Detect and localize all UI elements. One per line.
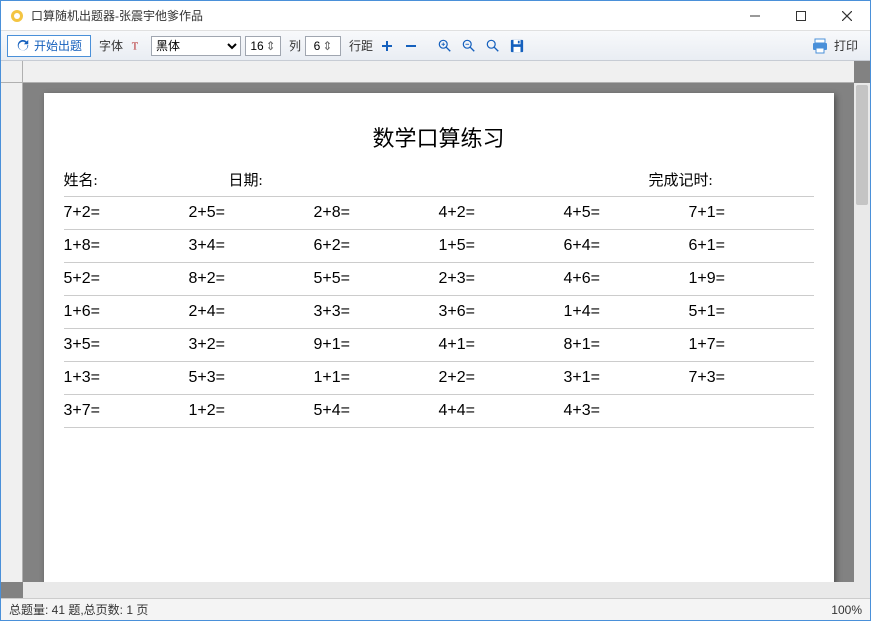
- problem-cell: 3+2=: [189, 336, 314, 354]
- columns-label: 列: [289, 37, 301, 54]
- spacing-label: 行距: [349, 37, 373, 54]
- status-left: 总题量: 41 题,总页数: 1 页: [9, 601, 148, 618]
- problem-cell: 2+8=: [314, 204, 439, 222]
- maximize-button[interactable]: [778, 1, 824, 30]
- problem-cell: 1+4=: [564, 303, 689, 321]
- problem-cell: 4+3=: [564, 402, 689, 420]
- problems-grid: 7+2=2+5=2+8=4+2=4+5=7+1=1+8=3+4=6+2=1+5=…: [64, 197, 814, 428]
- print-label: 打印: [834, 37, 858, 54]
- generate-label: 开始出题: [34, 37, 82, 54]
- font-label: 字体: [99, 37, 123, 54]
- refresh-icon: [16, 39, 30, 53]
- problem-cell: 4+4=: [439, 402, 564, 420]
- problem-cell: 1+6=: [64, 303, 189, 321]
- zoom-fit-icon[interactable]: [483, 36, 503, 56]
- columns-input[interactable]: 6⇕: [305, 36, 341, 56]
- problem-row: 3+5=3+2=9+1=4+1=8+1=1+7=: [64, 329, 814, 362]
- problem-cell: 5+3=: [189, 369, 314, 387]
- problem-cell: 2+4=: [189, 303, 314, 321]
- problem-cell: 7+3=: [689, 369, 814, 387]
- problem-cell: 1+2=: [189, 402, 314, 420]
- problem-cell: 5+5=: [314, 270, 439, 288]
- problem-row: 1+3=5+3=1+1=2+2=3+1=7+3=: [64, 362, 814, 395]
- name-label: 姓名:: [64, 169, 229, 190]
- problem-cell: 3+1=: [564, 369, 689, 387]
- zoom-out-icon[interactable]: [459, 36, 479, 56]
- problem-cell: 3+7=: [64, 402, 189, 420]
- svg-text:T: T: [132, 41, 139, 52]
- problem-cell: [689, 402, 814, 420]
- problem-cell: 7+2=: [64, 204, 189, 222]
- close-button[interactable]: [824, 1, 870, 30]
- scrollbar-thumb[interactable]: [856, 85, 868, 205]
- problem-row: 3+7=1+2=5+4=4+4=4+3=: [64, 395, 814, 428]
- problem-cell: 1+3=: [64, 369, 189, 387]
- save-icon[interactable]: [507, 36, 527, 56]
- print-button[interactable]: 打印: [806, 35, 864, 57]
- problem-cell: 2+3=: [439, 270, 564, 288]
- ruler-corner: [1, 61, 23, 83]
- zoom-in-icon[interactable]: [435, 36, 455, 56]
- toolbar: 开始出题 字体 T 黑体 16⇕ 列 6⇕ 行距 打印: [1, 31, 870, 61]
- problem-cell: 3+4=: [189, 237, 314, 255]
- app-window: 口算随机出题器-张震宇他爹作品 开始出题 字体 T 黑体 16⇕ 列 6⇕ 行距…: [0, 0, 871, 621]
- font-size-input[interactable]: 16⇕: [245, 36, 281, 56]
- scrollbar-corner: [854, 582, 870, 598]
- scrollbar-horizontal[interactable]: [23, 582, 854, 598]
- printer-icon: [812, 38, 828, 54]
- problem-cell: 8+1=: [564, 336, 689, 354]
- problem-cell: 1+5=: [439, 237, 564, 255]
- ruler-horizontal: [23, 61, 854, 83]
- work-area: 数学口算练习 姓名: 日期: 完成记时: 7+2=2+5=2+8=4+2=4+5…: [1, 61, 870, 598]
- problem-cell: 6+4=: [564, 237, 689, 255]
- problem-cell: 6+2=: [314, 237, 439, 255]
- problem-cell: 9+1=: [314, 336, 439, 354]
- problem-cell: 6+1=: [689, 237, 814, 255]
- problem-row: 7+2=2+5=2+8=4+2=4+5=7+1=: [64, 197, 814, 230]
- problem-cell: 2+5=: [189, 204, 314, 222]
- font-icon[interactable]: T: [127, 36, 147, 56]
- spacing-increase-icon[interactable]: [377, 36, 397, 56]
- problem-row: 5+2=8+2=5+5=2+3=4+6=1+9=: [64, 263, 814, 296]
- problem-cell: 4+5=: [564, 204, 689, 222]
- time-label: 完成记时:: [649, 169, 814, 190]
- problem-cell: 4+6=: [564, 270, 689, 288]
- ruler-vertical: [1, 83, 23, 582]
- problem-cell: 5+1=: [689, 303, 814, 321]
- minimize-button[interactable]: [732, 1, 778, 30]
- font-select[interactable]: 黑体: [151, 36, 241, 56]
- problem-cell: 7+1=: [689, 204, 814, 222]
- window-title: 口算随机出题器-张震宇他爹作品: [31, 7, 732, 24]
- date-label: 日期:: [229, 169, 649, 190]
- problem-row: 1+6=2+4=3+3=3+6=1+4=5+1=: [64, 296, 814, 329]
- problem-cell: 4+2=: [439, 204, 564, 222]
- problem-cell: 1+9=: [689, 270, 814, 288]
- spacing-decrease-icon[interactable]: [401, 36, 421, 56]
- problem-row: 1+8=3+4=6+2=1+5=6+4=6+1=: [64, 230, 814, 263]
- header-row: 姓名: 日期: 完成记时:: [64, 165, 814, 197]
- problem-cell: 3+6=: [439, 303, 564, 321]
- problem-cell: 5+4=: [314, 402, 439, 420]
- generate-button[interactable]: 开始出题: [7, 35, 91, 57]
- status-bar: 总题量: 41 题,总页数: 1 页 100%: [1, 598, 870, 620]
- page-title: 数学口算练习: [64, 121, 814, 153]
- problem-cell: 3+5=: [64, 336, 189, 354]
- app-icon: [9, 8, 25, 24]
- page: 数学口算练习 姓名: 日期: 完成记时: 7+2=2+5=2+8=4+2=4+5…: [44, 93, 834, 582]
- status-zoom: 100%: [831, 603, 862, 617]
- window-controls: [732, 1, 870, 30]
- problem-cell: 2+2=: [439, 369, 564, 387]
- problem-cell: 1+7=: [689, 336, 814, 354]
- title-bar: 口算随机出题器-张震宇他爹作品: [1, 1, 870, 31]
- problem-cell: 4+1=: [439, 336, 564, 354]
- problem-cell: 3+3=: [314, 303, 439, 321]
- problem-cell: 8+2=: [189, 270, 314, 288]
- scrollbar-vertical[interactable]: [854, 83, 870, 582]
- canvas[interactable]: 数学口算练习 姓名: 日期: 完成记时: 7+2=2+5=2+8=4+2=4+5…: [23, 83, 854, 582]
- problem-cell: 5+2=: [64, 270, 189, 288]
- problem-cell: 1+8=: [64, 237, 189, 255]
- problem-cell: 1+1=: [314, 369, 439, 387]
